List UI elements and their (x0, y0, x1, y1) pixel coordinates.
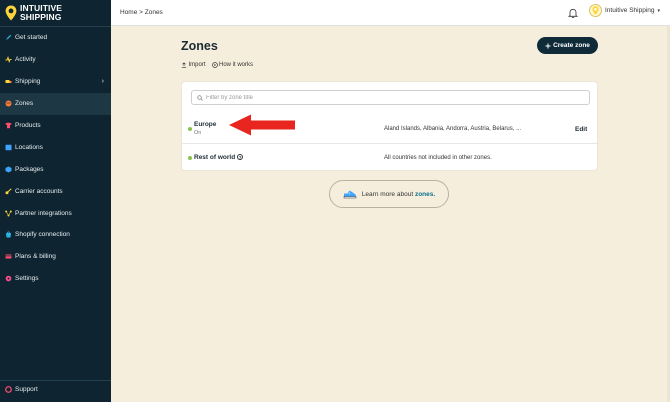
sidebar-item-shipping[interactable]: Shipping › (0, 71, 111, 93)
sidebar-item-label: Get started (15, 34, 48, 42)
location-icon (5, 144, 12, 151)
package-icon (5, 166, 12, 173)
topbar: Home > Zones Intuitive Shipping ▾ (111, 0, 670, 26)
learn-more-button[interactable]: Learn more about zones. (329, 180, 449, 208)
sidebar: INTUITIVE SHIPPING Get started Activity … (0, 0, 111, 402)
page-actions: Import How it works (181, 62, 253, 68)
sidebar-item-label: Carrier accounts (15, 187, 63, 195)
shopify-icon (5, 231, 12, 238)
avatar (589, 4, 602, 17)
upload-icon (181, 62, 187, 68)
how-it-works-label: How it works (219, 62, 254, 68)
rocket-icon (5, 34, 12, 41)
sidebar-item-partner-integrations[interactable]: Partner integrations (0, 202, 111, 224)
learn-more-text: Learn more about zones. (362, 191, 435, 198)
page-title: Zones (181, 39, 218, 53)
search-input[interactable] (206, 94, 576, 101)
network-icon (5, 210, 12, 217)
card-icon (5, 253, 12, 260)
sidebar-item-label: Support (15, 386, 38, 393)
sidebar-item-label: Activity (15, 56, 36, 64)
zone-countries: Aland Islands, Albania, Andorra, Austria… (384, 126, 522, 132)
zone-name[interactable]: Rest of world? (194, 154, 244, 161)
import-label: Import (188, 62, 206, 68)
sidebar-item-products[interactable]: Products (0, 115, 111, 137)
brand-line-2: SHIPPING (20, 11, 62, 22)
plus-icon (545, 43, 551, 48)
sidebar-item-packages[interactable]: Packages (0, 158, 111, 180)
sidebar-item-locations[interactable]: Locations (0, 136, 111, 158)
gear-icon (5, 275, 12, 282)
chevron-down-icon: ▾ (657, 7, 661, 14)
sidebar-item-activity[interactable]: Activity (0, 49, 111, 71)
account-menu[interactable]: Intuitive Shipping ▾ (589, 4, 660, 17)
sidebar-item-get-started[interactable]: Get started (0, 27, 111, 49)
create-zone-label: Create zone (553, 42, 590, 49)
sneaker-icon (343, 190, 357, 199)
sidebar-item-carrier-accounts[interactable]: Carrier accounts (0, 180, 111, 202)
status-dot (188, 127, 192, 131)
brand-logo[interactable]: INTUITIVE SHIPPING (5, 4, 62, 21)
location-pin-avatar-icon (592, 6, 599, 15)
sidebar-item-zones[interactable]: Zones (0, 92, 111, 115)
sidebar-item-label: Shipping (15, 78, 41, 86)
zone-search (191, 90, 590, 105)
import-button[interactable]: Import (181, 62, 206, 68)
annotation-arrow (229, 114, 295, 136)
sidebar-item-support[interactable]: Support (5, 386, 38, 393)
sidebar-item-label: Products (15, 122, 41, 129)
location-pin-logo-icon (5, 5, 17, 21)
chevron-right-icon[interactable]: › (102, 78, 104, 85)
sidebar-item-plans-billing[interactable]: Plans & billing (0, 246, 111, 268)
zone-name-text: Rest of world (194, 154, 236, 161)
sidebar-item-label: Plans & billing (15, 253, 56, 261)
zone-row-rest-of-world[interactable]: Rest of world? All countries not include… (182, 145, 599, 175)
search-icon (197, 94, 203, 101)
sidebar-item-label: Shopify connection (15, 231, 70, 239)
sidebar-item-shopify-connection[interactable]: Shopify connection (0, 224, 111, 246)
sidebar-item-label: Settings (15, 275, 39, 283)
sidebar-item-settings[interactable]: Settings (0, 268, 111, 290)
bell-icon[interactable] (567, 7, 579, 19)
zone-status: On (194, 130, 202, 136)
zone-countries: All countries not included in other zone… (384, 155, 492, 161)
support-icon (5, 386, 12, 393)
learn-more-prefix: Learn more about (361, 190, 414, 198)
zone-name[interactable]: Europe (194, 121, 216, 128)
globe-icon (5, 100, 12, 107)
status-dot (188, 156, 192, 160)
create-zone-button[interactable]: Create zone (537, 37, 598, 54)
info-icon[interactable]: ? (237, 154, 244, 161)
play-circle-icon (211, 62, 218, 68)
sidebar-item-label: Packages (15, 165, 44, 173)
account-name: Intuitive Shipping (605, 7, 655, 14)
sidebar-nav: Get started Activity Shipping › Zones Pr… (0, 27, 111, 290)
truck-icon (5, 78, 12, 85)
sidebar-item-label: Partner integrations (15, 209, 72, 217)
sidebar-divider (0, 380, 111, 381)
sidebar-item-label: Zones (15, 100, 34, 108)
edit-zone-button[interactable]: Edit (575, 126, 587, 133)
activity-icon (5, 56, 12, 64)
sidebar-item-label: Locations (15, 143, 43, 151)
how-it-works-button[interactable]: How it works (211, 62, 254, 68)
shirt-icon (5, 122, 12, 129)
learn-more-link[interactable]: zones. (415, 191, 435, 198)
key-icon (5, 188, 12, 195)
breadcrumb[interactable]: Home > Zones (120, 9, 163, 16)
